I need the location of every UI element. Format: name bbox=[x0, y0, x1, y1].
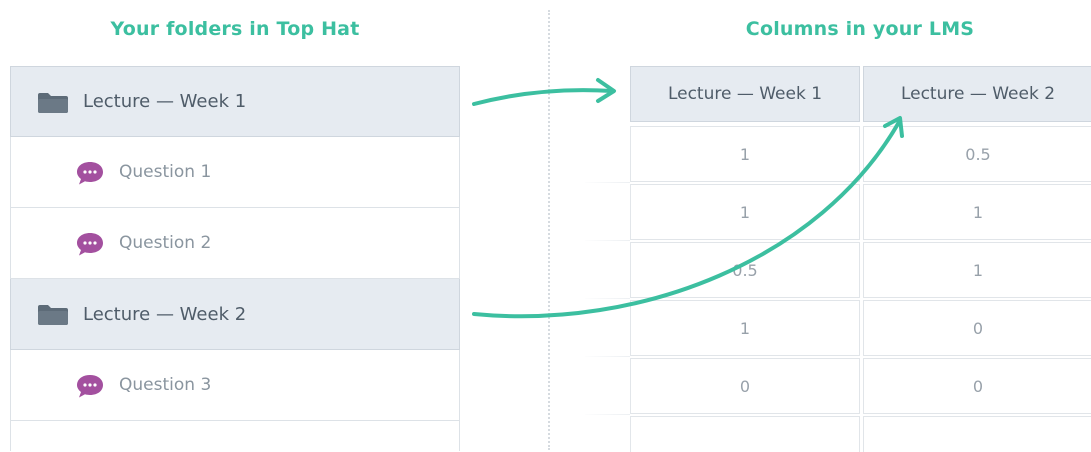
folder-row-week-1[interactable]: Lecture — Week 1 bbox=[10, 66, 460, 137]
arrow-week-1 bbox=[472, 78, 616, 106]
grade-cell[interactable]: 0 bbox=[863, 358, 1091, 414]
question-row-1[interactable]: Question 1 bbox=[10, 137, 460, 208]
grade-cell[interactable]: 1 bbox=[863, 242, 1091, 298]
grade-cell-continuation bbox=[630, 416, 860, 452]
folder-icon bbox=[38, 93, 68, 113]
question-row-3[interactable]: Question 3 bbox=[10, 350, 460, 421]
chat-bubble-icon bbox=[77, 162, 103, 185]
question-row-2[interactable]: Question 2 bbox=[10, 208, 460, 279]
folder-label: Lecture — Week 1 bbox=[83, 91, 247, 112]
folder-tree-continuation bbox=[10, 421, 460, 451]
folder-label: Lecture — Week 2 bbox=[83, 303, 247, 325]
grade-cell[interactable]: 0 bbox=[863, 300, 1091, 356]
row-fade bbox=[580, 122, 632, 452]
divider bbox=[548, 10, 550, 450]
question-label: Question 3 bbox=[119, 375, 212, 395]
column-header-week-1[interactable]: Lecture — Week 1 bbox=[630, 66, 860, 122]
folder-row-week-2[interactable]: Lecture — Week 2 bbox=[10, 279, 460, 350]
grade-cell[interactable]: 1 bbox=[630, 184, 860, 240]
grade-cell[interactable]: 0.5 bbox=[630, 242, 860, 298]
grade-cell[interactable]: 1 bbox=[630, 300, 860, 356]
column-header-week-2[interactable]: Lecture — Week 2 bbox=[863, 66, 1091, 122]
folder-tree: Lecture — Week 1 Question 1 Question 2 L… bbox=[10, 66, 460, 451]
grade-cell[interactable]: 0.5 bbox=[863, 126, 1091, 182]
question-label: Question 1 bbox=[119, 162, 212, 182]
grade-cell[interactable]: 1 bbox=[630, 126, 860, 182]
grade-cell[interactable]: 0 bbox=[630, 358, 860, 414]
grade-cell-continuation bbox=[863, 416, 1091, 452]
chat-bubble-icon bbox=[77, 375, 103, 398]
top-hat-folders-heading: Your folders in Top Hat bbox=[110, 18, 360, 40]
grade-cell[interactable]: 1 bbox=[863, 184, 1091, 240]
folder-icon bbox=[38, 305, 68, 325]
chat-bubble-icon bbox=[77, 233, 103, 256]
lms-columns-heading: Columns in your LMS bbox=[745, 18, 975, 40]
question-label: Question 2 bbox=[119, 233, 212, 253]
